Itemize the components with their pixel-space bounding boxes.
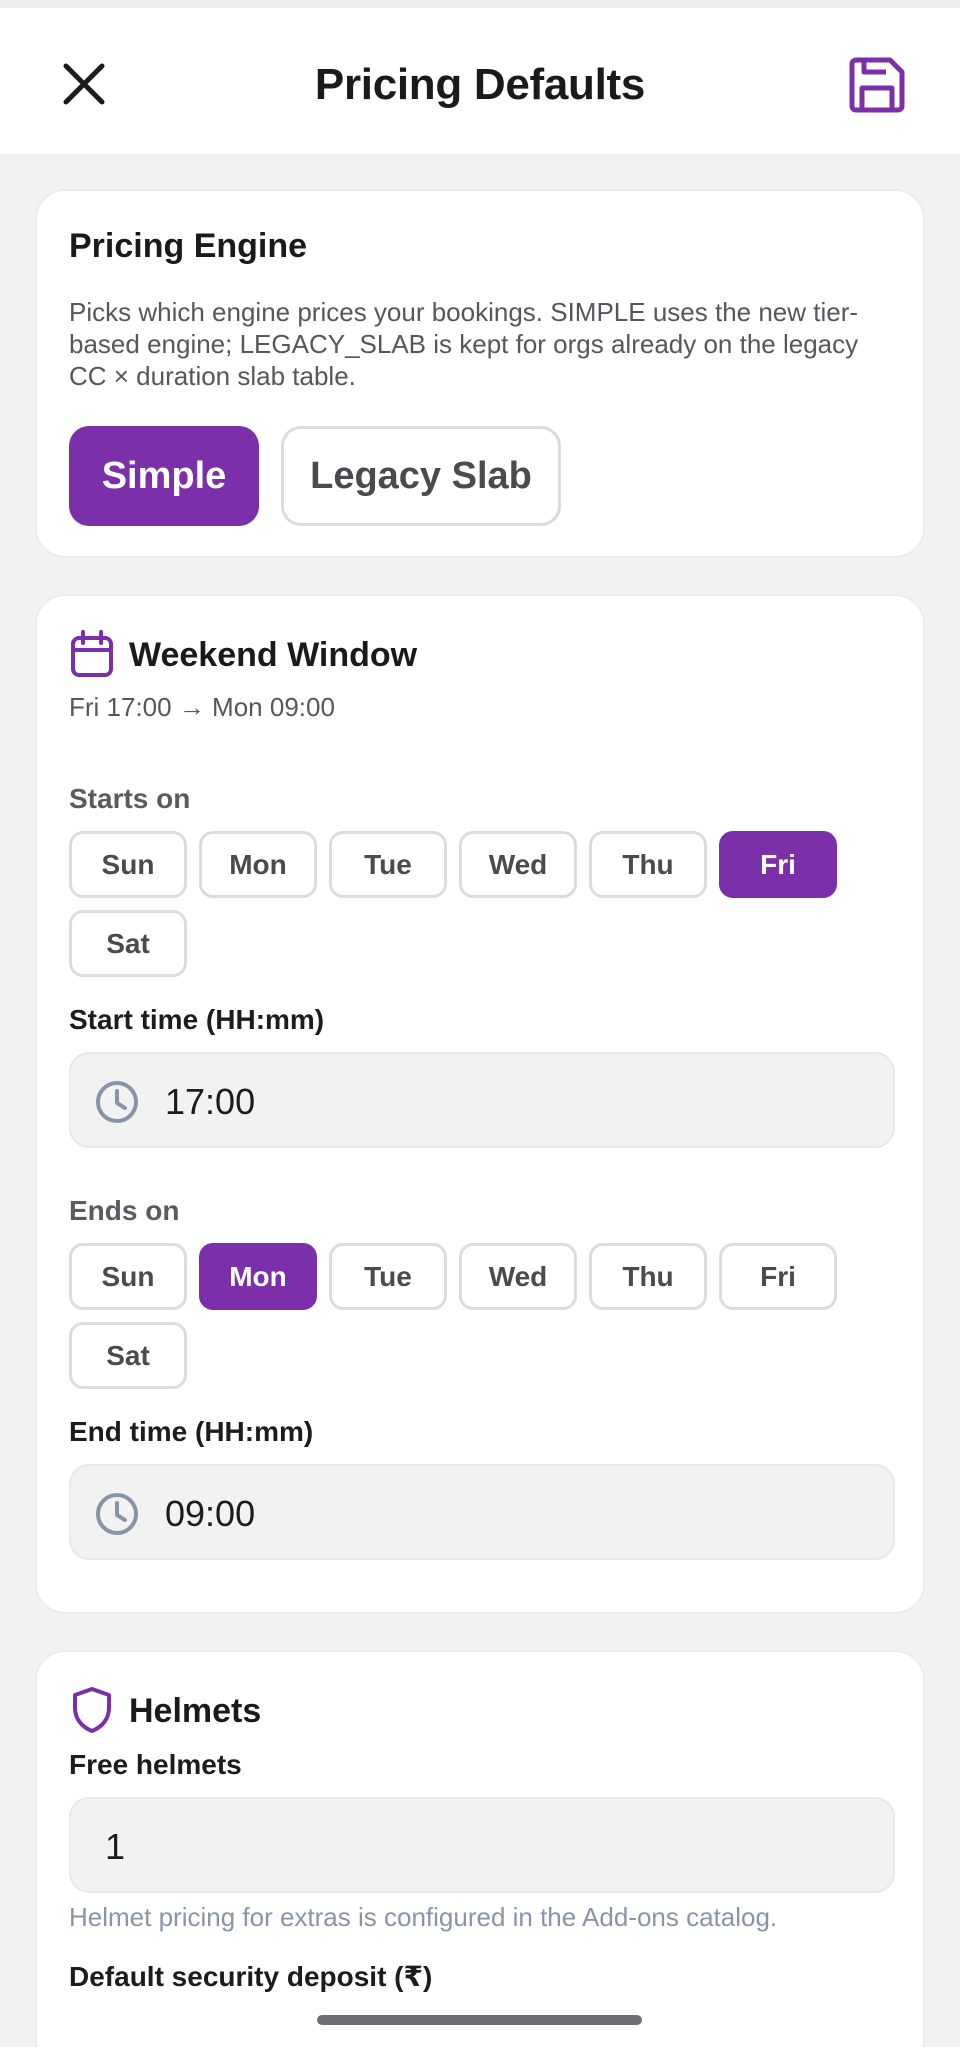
save-icon[interactable] bbox=[846, 54, 908, 116]
calendar-icon bbox=[71, 630, 113, 677]
pricing-engine-description: Picks which engine prices your bookings.… bbox=[69, 297, 859, 391]
starts-on-label: Starts on bbox=[69, 783, 191, 814]
ends-on-label: Ends on bbox=[69, 1195, 180, 1226]
start-day-sun[interactable]: Sun bbox=[69, 831, 187, 898]
free-helmets-input[interactable]: 1 bbox=[69, 1797, 895, 1893]
end-day-wed[interactable]: Wed bbox=[459, 1243, 577, 1310]
end-time-label: End time (HH:mm) bbox=[69, 1416, 314, 1447]
start-time-input[interactable]: 17:00 bbox=[69, 1052, 895, 1148]
end-day-sun[interactable]: Sun bbox=[69, 1243, 187, 1310]
start-day-tue[interactable]: Tue bbox=[329, 831, 447, 898]
page-title: Pricing Defaults bbox=[314, 60, 646, 109]
app-header: Pricing Defaults bbox=[0, 8, 960, 154]
clock-icon bbox=[96, 1493, 138, 1535]
start-day-sat[interactable]: Sat bbox=[69, 910, 187, 977]
engine-option-legacy-slab[interactable]: Legacy Slab bbox=[281, 426, 561, 526]
end-day-mon[interactable]: Mon bbox=[199, 1243, 317, 1310]
free-helmets-label: Free helmets bbox=[69, 1749, 242, 1780]
helmets-card: Helmets Free helmets 1 Helmet pricing fo… bbox=[35, 1650, 925, 2047]
shield-icon bbox=[73, 1687, 111, 1733]
start-time-value: 17:00 bbox=[165, 1081, 256, 1122]
start-time-label: Start time (HH:mm) bbox=[69, 1004, 325, 1035]
end-day-sat[interactable]: Sat bbox=[69, 1322, 187, 1389]
security-deposit-label: Default security deposit (₹) bbox=[69, 1961, 433, 1992]
start-day-mon[interactable]: Mon bbox=[199, 831, 317, 898]
end-day-tue[interactable]: Tue bbox=[329, 1243, 447, 1310]
home-indicator bbox=[317, 2015, 642, 2025]
pricing-engine-card: Pricing Engine Picks which engine prices… bbox=[35, 189, 925, 558]
engine-option-simple[interactable]: Simple bbox=[69, 426, 259, 526]
end-time-value: 09:00 bbox=[165, 1493, 256, 1534]
start-day-thu[interactable]: Thu bbox=[589, 831, 707, 898]
helmets-title: Helmets bbox=[129, 1692, 262, 1730]
weekend-window-summary: Fri 17:00 → Mon 09:00 bbox=[69, 692, 335, 722]
start-day-wed[interactable]: Wed bbox=[459, 831, 577, 898]
helmet-pricing-hint: Helmet pricing for extras is configured … bbox=[69, 1902, 778, 1932]
end-day-thu[interactable]: Thu bbox=[589, 1243, 707, 1310]
weekend-window-card: Weekend Window Fri 17:00 → Mon 09:00 Sta… bbox=[35, 594, 925, 1614]
end-time-input[interactable]: 09:00 bbox=[69, 1464, 895, 1560]
clock-icon bbox=[96, 1081, 138, 1123]
weekend-window-title: Weekend Window bbox=[129, 636, 418, 674]
free-helmets-value: 1 bbox=[105, 1826, 126, 1867]
status-strip bbox=[0, 0, 960, 8]
pricing-engine-title: Pricing Engine bbox=[69, 227, 308, 265]
end-day-fri[interactable]: Fri bbox=[719, 1243, 837, 1310]
start-day-fri[interactable]: Fri bbox=[719, 831, 837, 898]
